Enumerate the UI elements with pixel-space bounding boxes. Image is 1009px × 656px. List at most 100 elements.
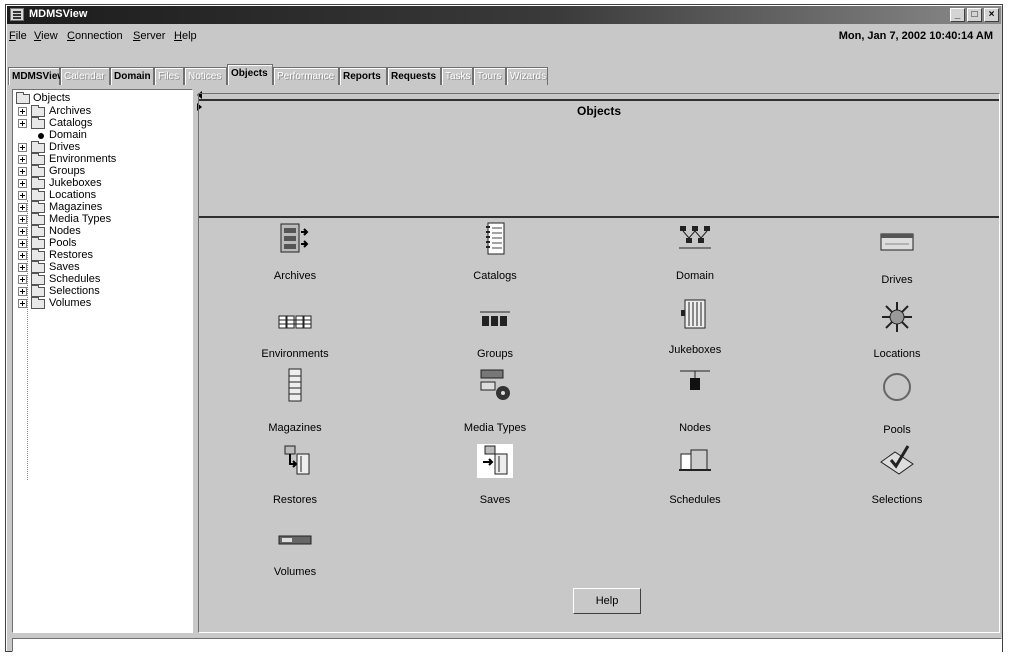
tab-objects[interactable]: Objects [227,64,273,85]
object-label: Selections [871,494,923,506]
tree-item-label: Media Types [49,213,112,225]
expand-icon[interactable] [18,119,27,128]
expand-icon[interactable] [18,155,27,164]
folder-icon [31,225,45,237]
object-label: Nodes [679,422,711,434]
title-bar[interactable]: MDMSView _ □ × [7,6,1001,24]
menu-help[interactable]: Help [174,30,197,42]
tree-item-label: Restores [49,249,94,261]
tree-guide-line [27,200,28,480]
pools-icon [883,373,911,401]
expand-icon[interactable] [18,275,27,284]
tab-reports[interactable]: Reports [339,67,387,85]
tree-item-label: Schedules [49,273,101,285]
tree-item-label: Selections [49,285,100,297]
object-label: Schedules [669,494,721,506]
object-label: Drives [881,274,913,286]
tree-item-label: Groups [49,165,86,177]
datetime-display: Mon, Jan 7, 2002 10:40:14 AM [838,30,993,42]
expand-icon[interactable] [18,215,27,224]
volumes-icon [278,535,312,545]
menu-server[interactable]: Server [133,30,165,42]
folder-icon [31,249,45,261]
object-label: Domain [676,270,714,282]
minimize-button[interactable]: _ [950,8,965,22]
magazines-icon [288,368,302,402]
expand-icon[interactable] [18,227,27,236]
folder-icon [31,273,45,285]
menu-bar: File View Connection Server Help Mon, Ja… [7,25,1001,47]
menu-connection[interactable]: Connection [67,30,123,42]
tree-item-label: Catalogs [49,117,93,129]
saves-icon [477,444,513,478]
app-icon [10,8,24,21]
object-label: Archives [273,270,317,282]
nodes-icon [680,370,710,390]
close-button[interactable]: × [984,8,999,22]
expand-icon[interactable] [18,143,27,152]
tree-root-label: Objects [33,92,71,104]
maximize-button[interactable]: □ [967,8,982,22]
expand-icon[interactable] [18,239,27,248]
panel-divider [199,216,999,218]
object-label: Catalogs [473,270,517,282]
object-label: Pools [883,424,911,436]
folder-open-icon [16,92,30,104]
tab-notices: Notices [184,67,227,85]
object-label: Environments [261,348,329,360]
folder-icon [31,153,45,165]
object-tree[interactable]: Objects Archives Catalogs Domain Drives … [12,89,193,633]
folder-icon [31,189,45,201]
expand-icon[interactable] [18,167,27,176]
folder-icon [31,117,45,129]
tree-item-label: Magazines [49,201,103,213]
object-label: Restores [272,494,318,506]
expand-icon[interactable] [18,299,27,308]
expand-icon[interactable] [18,263,27,272]
tab-calendar: Calendar [60,67,110,85]
tab-requests[interactable]: Requests [387,67,441,85]
domain-icon [679,226,711,249]
folder-icon [31,141,45,153]
expand-icon[interactable] [18,107,27,116]
folder-icon [31,105,45,117]
environments-icon [278,315,312,329]
media-types-icon [480,369,510,400]
tree-item-label: Archives [49,105,92,117]
expand-icon[interactable] [18,251,27,260]
tab-bar: MDMSView Calendar Domain Files Notices O… [8,63,1000,87]
catalogs-icon [486,222,505,255]
folder-icon [31,261,45,273]
expand-icon[interactable] [18,191,27,200]
expand-icon[interactable] [18,179,27,188]
drives-icon [880,233,914,251]
tree-item-label: Environments [49,153,117,165]
menu-view[interactable]: View [34,30,58,42]
folder-icon [31,201,45,213]
tab-mdmsview[interactable]: MDMSView [8,67,65,85]
tree-item-label: Jukeboxes [49,177,102,189]
folder-icon [31,213,45,225]
object-label: Media Types [463,422,527,434]
expand-icon[interactable] [18,287,27,296]
objects-panel: Objects Archives Catalogs Domain Drives … [198,93,1000,633]
status-bar [12,638,1002,652]
tree-item-label: Locations [49,189,97,201]
help-button[interactable]: Help [573,588,641,614]
object-label: Locations [873,348,921,360]
folder-icon [31,285,45,297]
object-label: Groups [476,348,514,360]
tree-item-label: Nodes [49,225,81,237]
tab-performance: Performance [273,67,339,85]
tree-item-label: Domain [49,129,87,141]
tree-item-label: Saves [49,261,80,273]
tab-domain[interactable]: Domain [110,67,154,85]
folder-icon [31,165,45,177]
archives-icon [280,223,309,253]
folder-icon [31,177,45,189]
object-label: Volumes [273,566,317,578]
menu-file[interactable]: File [9,30,27,42]
tab-files: Files [154,67,184,85]
folder-icon [31,237,45,249]
expand-icon[interactable] [18,203,27,212]
